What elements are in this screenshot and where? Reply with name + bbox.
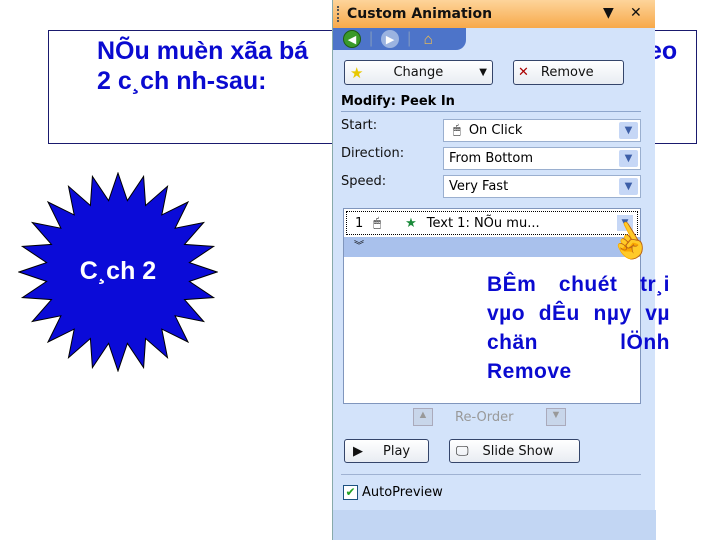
item-text: Text 1: NÕu mu... <box>426 215 540 231</box>
remove-icon: ✕ <box>518 65 529 80</box>
slideshow-label: Slide Show <box>482 443 554 459</box>
remove-button[interactable]: ✕ Remove <box>513 60 624 85</box>
slideshow-icon: 🖵 <box>456 443 469 459</box>
slide-show-button[interactable]: 🖵 Slide Show <box>449 439 580 463</box>
starburst-label: C¸ch 2 <box>79 257 157 285</box>
grip-handle[interactable] <box>337 6 339 22</box>
move-up-icon[interactable]: ▲ <box>413 408 433 426</box>
chevron-down-icon: ▼ <box>479 67 487 78</box>
expand-icon[interactable]: ︾ <box>344 237 640 257</box>
direction-value: From Bottom <box>449 151 534 166</box>
play-button[interactable]: ▶ Play <box>344 439 429 463</box>
speed-select[interactable]: Very Fast ▼ <box>443 175 641 198</box>
start-label: Start: <box>341 118 378 133</box>
chevron-down-icon[interactable]: ▼ <box>619 122 638 139</box>
play-label: Play <box>383 443 411 459</box>
reorder-label: Re-Order <box>455 410 514 425</box>
item-number: 1 <box>355 215 364 231</box>
play-icon: ▶ <box>353 443 363 459</box>
speed-label: Speed: <box>341 174 387 189</box>
speed-value: Very Fast <box>449 179 509 194</box>
close-icon[interactable]: ✕ <box>630 5 642 21</box>
back-icon[interactable]: ◀ <box>343 30 361 48</box>
remove-label: Remove <box>540 65 594 80</box>
chevron-down-icon[interactable]: ▼ <box>619 178 638 195</box>
checkbox-icon[interactable]: ✔ <box>343 485 358 500</box>
autopreview-checkbox[interactable]: ✔ AutoPreview <box>343 485 443 500</box>
modify-heading: Modify: Peek In <box>341 94 641 112</box>
change-button[interactable]: ★ Change ▼ <box>344 60 493 85</box>
slide-title-line1: NÕu muèn xãa bá <box>97 37 309 65</box>
pane-header: Custom Animation ▼ ✕ <box>333 0 655 28</box>
direction-select[interactable]: From Bottom ▼ <box>443 147 641 170</box>
mouse-icon: 🖱 <box>373 215 382 231</box>
home-icon[interactable]: ⌂ <box>419 30 437 48</box>
pane-menu-icon[interactable]: ▼ <box>603 5 614 21</box>
forward-icon[interactable]: ▶ <box>381 30 400 48</box>
effect-star-icon: ★ <box>405 215 417 231</box>
start-value: On Click <box>468 123 523 138</box>
change-label: Change <box>393 65 444 80</box>
pane-title: Custom Animation <box>347 6 493 22</box>
star-icon: ★ <box>350 63 364 82</box>
autopreview-label: AutoPreview <box>362 485 443 500</box>
chevron-down-icon[interactable]: ▼ <box>619 150 638 167</box>
slide-title-line2: 2 c¸ch nh­-sau: <box>97 67 267 95</box>
nav-bar: ◀ | ▶ | ⌂ <box>333 28 466 50</box>
move-down-icon[interactable]: ▼ <box>546 408 566 426</box>
direction-label: Direction: <box>341 146 405 161</box>
list-item[interactable]: 1 🖱 ★ Text 1: NÕu mu... ▼ <box>346 211 638 235</box>
instruction-callout: BÊm chuét tr¸i vµo dÊu nµy vµ chän lÖnh … <box>487 273 670 383</box>
mouse-icon: 🖱 <box>453 123 461 138</box>
start-select[interactable]: 🖱 On Click ▼ <box>443 119 641 142</box>
